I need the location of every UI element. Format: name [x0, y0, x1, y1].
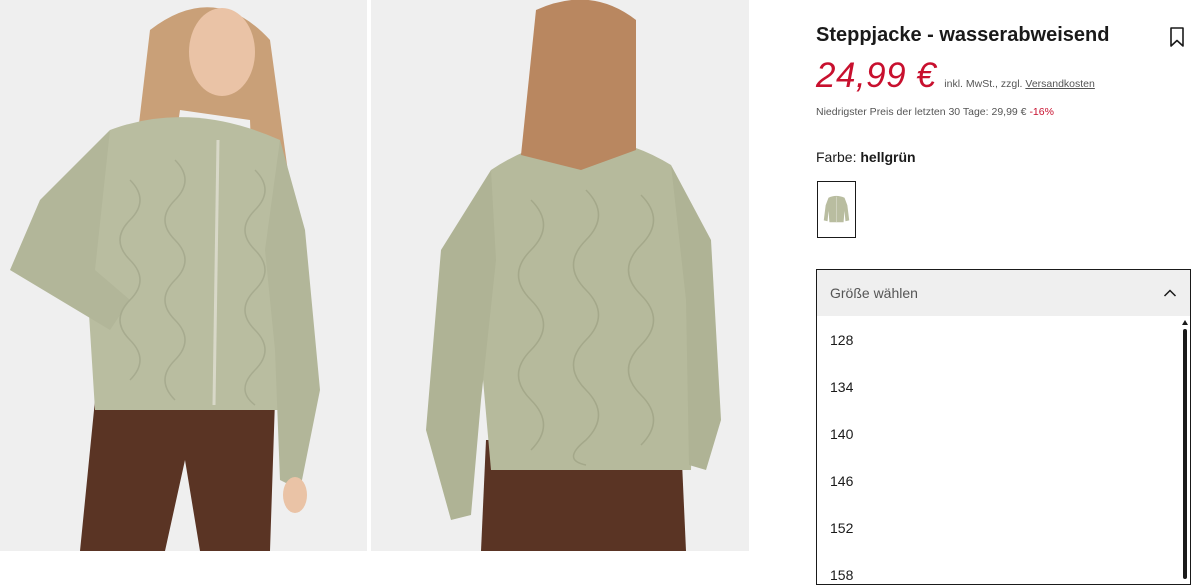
color-value: hellgrün	[860, 149, 916, 165]
size-option-140[interactable]: 140	[817, 410, 1190, 457]
chevron-up-icon	[1163, 289, 1177, 297]
product-info: Steppjacke - wasserabweisend 24,99 € ink…	[816, 0, 1192, 587]
size-select-placeholder: Größe wählen	[830, 285, 918, 301]
size-option-152[interactable]: 152	[817, 504, 1190, 551]
color-label: Farbe:	[816, 149, 857, 165]
price-row: 24,99 € inkl. MwSt., zzgl. Versandkosten	[816, 56, 1095, 96]
size-option-146[interactable]: 146	[817, 457, 1190, 504]
lowest-price-info: Niedrigster Preis der letzten 30 Tage: 2…	[816, 106, 1054, 118]
size-option-158[interactable]: 158	[817, 551, 1190, 584]
price-note: inkl. MwSt., zzgl. Versandkosten	[944, 78, 1095, 90]
color-swatch-hellgruen[interactable]	[817, 181, 856, 238]
size-options-list: 128 134 140 146 152 158	[817, 316, 1190, 584]
size-option-134[interactable]: 134	[817, 363, 1190, 410]
size-option-128[interactable]: 128	[817, 316, 1190, 363]
back-view-image	[371, 0, 749, 551]
size-select-header[interactable]: Größe wählen	[817, 270, 1190, 316]
lowest-price-text: Niedrigster Preis der letzten 30 Tage: 2…	[816, 106, 1027, 118]
product-gallery	[0, 0, 750, 551]
back-view-photo[interactable]	[371, 0, 749, 551]
tax-note: inkl. MwSt., zzgl.	[944, 78, 1023, 90]
product-price: 24,99 €	[816, 56, 937, 95]
front-view-image	[0, 0, 367, 551]
product-title: Steppjacke - wasserabweisend	[816, 24, 1110, 46]
shipping-costs-link[interactable]: Versandkosten	[1025, 78, 1094, 90]
color-swatch-image	[820, 184, 853, 235]
bookmark-icon[interactable]	[1168, 26, 1186, 48]
front-view-photo[interactable]	[0, 0, 367, 551]
color-selection-label: Farbe: hellgrün	[816, 149, 916, 165]
size-list-scrollbar[interactable]	[1182, 320, 1188, 580]
scrollbar-thumb[interactable]	[1183, 329, 1187, 579]
scroll-up-arrow-icon[interactable]	[1182, 320, 1188, 325]
discount-badge: -16%	[1029, 106, 1054, 118]
size-dropdown[interactable]: Größe wählen 128 134 140 146 152 158	[816, 269, 1191, 585]
